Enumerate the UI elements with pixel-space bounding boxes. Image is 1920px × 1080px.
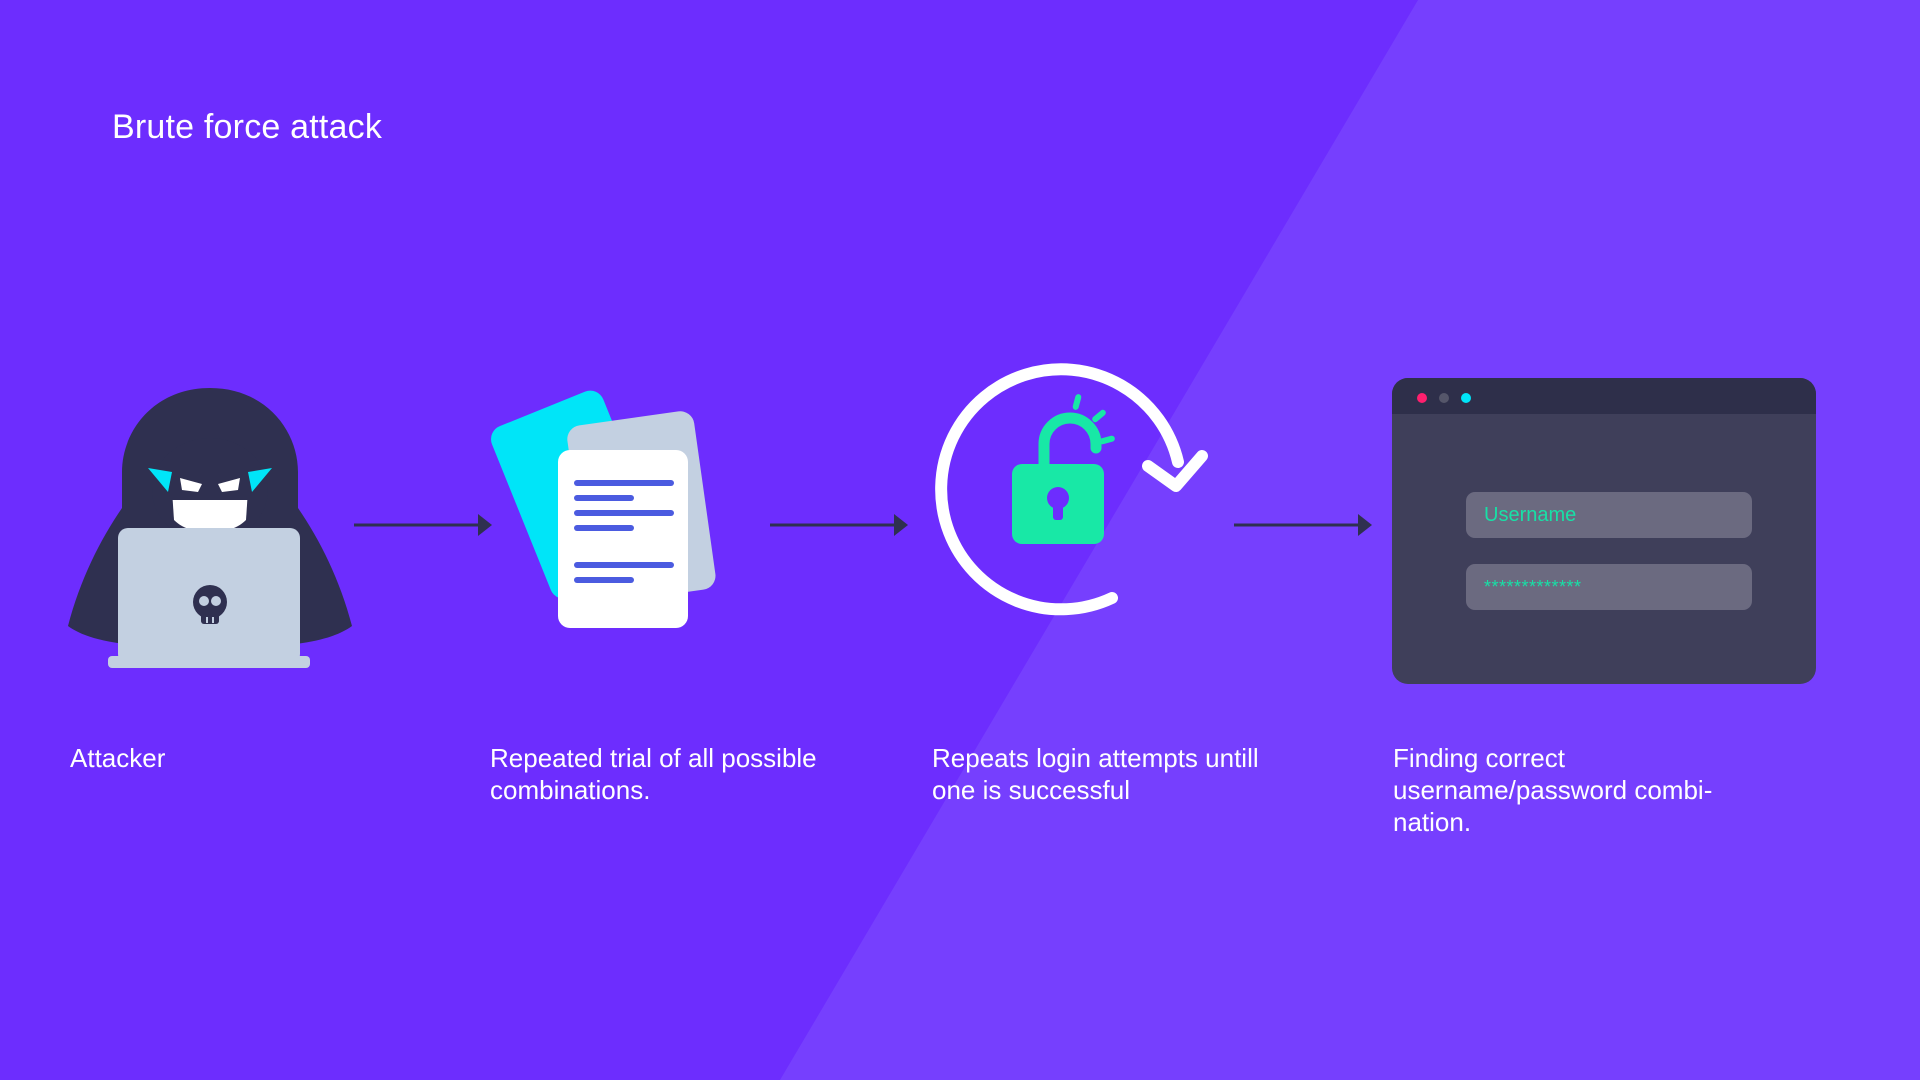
window-dot-gray xyxy=(1439,393,1449,403)
window-dot-cyan xyxy=(1461,393,1471,403)
step-caption-finding-credentials: Finding correct username/password combi-… xyxy=(1393,743,1713,837)
diagram-title: Brute force attack xyxy=(112,108,383,146)
password-field[interactable]: ************* xyxy=(1466,564,1752,610)
flow-arrow-1 xyxy=(354,514,492,536)
stacked-documents-icon xyxy=(491,390,716,628)
step-caption-attacker: Attacker xyxy=(70,743,166,773)
username-field[interactable]: Username xyxy=(1466,492,1752,538)
flow-arrow-2 xyxy=(770,514,908,536)
hooded-hacker-laptop-icon xyxy=(68,388,352,668)
rotating-unlock-icon xyxy=(935,363,1208,616)
step-caption-trials: Repeated trial of all possible combinati… xyxy=(490,743,817,805)
flow-arrow-3 xyxy=(1234,514,1372,536)
diagram-canvas: Brute force attack Username ************… xyxy=(0,0,1920,1080)
step-caption-login-attempts: Repeats login attempts untill one is suc… xyxy=(932,743,1259,805)
window-dot-red xyxy=(1417,393,1427,403)
